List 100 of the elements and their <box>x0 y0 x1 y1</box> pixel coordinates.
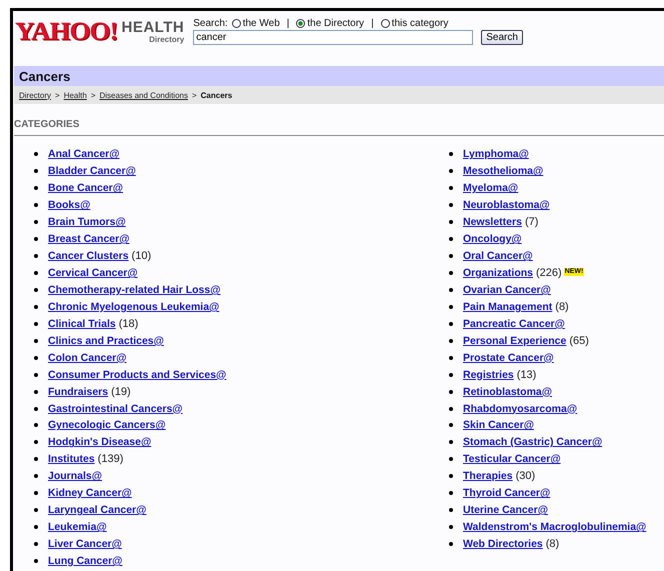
category-link[interactable]: Gynecologic Cancers@ <box>48 419 166 432</box>
search-label: Search: <box>193 18 228 28</box>
bullet-icon <box>449 152 453 156</box>
bullet-icon <box>34 271 38 276</box>
category-link[interactable]: Registries <box>463 368 514 381</box>
radio-option[interactable]: this category <box>380 18 448 28</box>
category-link[interactable]: Oral Cancer@ <box>463 250 533 262</box>
bullet-icon <box>449 271 453 276</box>
category-link[interactable]: Chemotherapy-related Hair Loss@ <box>48 284 220 296</box>
logo-wordmark: YAHOO! <box>15 20 118 42</box>
category-link[interactable]: Laryngeal Cancer@ <box>48 504 146 516</box>
bullet-icon <box>449 406 453 411</box>
category-link[interactable]: Bladder Cancer@ <box>48 165 136 178</box>
category-link[interactable]: Breast Cancer@ <box>48 233 130 246</box>
item-count: (19) <box>111 386 131 398</box>
search-button[interactable]: Search <box>481 30 523 45</box>
bullet-icon <box>449 186 453 190</box>
category-link[interactable]: Oncology@ <box>463 233 522 246</box>
breadcrumb-link[interactable]: Health <box>64 90 87 100</box>
bullet-icon <box>34 304 38 309</box>
category-link[interactable]: Colon Cancer@ <box>48 352 126 364</box>
bullet-icon <box>449 220 453 224</box>
category-link[interactable]: Uterine Cancer@ <box>463 504 548 516</box>
bullet-icon <box>449 304 453 309</box>
bullet-icon <box>34 203 38 208</box>
item-count: (7) <box>524 216 538 228</box>
bullet-icon <box>34 491 38 496</box>
category-link[interactable]: Lung Cancer@ <box>48 554 122 567</box>
category-link[interactable]: Pancreatic Cancer@ <box>463 318 565 330</box>
bullet-icon <box>34 356 38 360</box>
search-field[interactable]: cancer <box>193 30 474 45</box>
item-count: (8) <box>555 300 569 313</box>
item-count: (18) <box>118 318 138 330</box>
category-link[interactable]: Hodgkin's Disease@ <box>48 436 152 448</box>
breadcrumb-separator: > <box>90 90 96 100</box>
category-link[interactable]: Cancer Clusters <box>48 250 129 262</box>
category-link[interactable]: Fundraisers <box>48 386 108 398</box>
bullet-icon <box>34 525 38 530</box>
category-link[interactable]: Waldenstrom's Macroglobulinemia@ <box>463 521 646 534</box>
category-link[interactable]: Rhabdomyosarcoma@ <box>463 402 578 415</box>
bullet-icon <box>449 203 453 208</box>
category-link[interactable]: Gastrointestinal Cancers@ <box>48 402 183 415</box>
page-title: Cancers <box>19 68 70 84</box>
category-link[interactable]: Bone Cancer@ <box>48 182 124 194</box>
category-link[interactable]: Lymphoma@ <box>463 148 529 160</box>
category-link[interactable]: Liver Cancer@ <box>48 538 122 550</box>
category-link[interactable]: Brain Tumors@ <box>48 216 126 228</box>
breadcrumb-link[interactable]: Diseases and Conditions <box>99 90 188 100</box>
bullet-icon <box>449 169 453 174</box>
category-link[interactable]: Pain Management <box>463 300 552 313</box>
category-link[interactable]: Ovarian Cancer@ <box>463 284 551 296</box>
breadcrumb-separator: > <box>192 90 197 100</box>
breadcrumb-link[interactable]: Directory <box>19 90 52 100</box>
item-count: (10) <box>132 250 152 262</box>
category-link[interactable]: Consumer Products and Services@ <box>48 368 226 381</box>
category-link[interactable]: Testicular Cancer@ <box>463 453 561 466</box>
category-link[interactable]: Institutes <box>48 453 95 466</box>
bullet-icon <box>449 440 453 444</box>
category-link[interactable]: Mesothelioma@ <box>463 165 544 178</box>
category-link[interactable]: Stomach (Gastric) Cancer@ <box>463 436 602 448</box>
bullet-icon <box>34 322 38 326</box>
category-link[interactable]: Neuroblastoma@ <box>463 199 550 212</box>
bullet-icon <box>449 542 453 546</box>
category-link[interactable]: Kidney Cancer@ <box>48 487 132 500</box>
category-link[interactable]: Clinical Trials <box>48 318 116 330</box>
separator: | <box>286 18 290 28</box>
bullet-icon <box>449 525 453 530</box>
category-link[interactable]: Organizations <box>463 267 534 280</box>
bullet-icon <box>34 288 38 292</box>
bullet-icon <box>34 254 38 258</box>
bullet-icon <box>34 558 38 563</box>
category-link[interactable]: Thyroid Cancer@ <box>463 487 550 500</box>
radio-option[interactable]: the Web <box>232 18 280 28</box>
category-link[interactable]: Personal Experience <box>463 334 566 347</box>
section-subtitle: Directory <box>149 35 184 44</box>
bullet-icon <box>449 491 453 496</box>
category-link[interactable]: Retinoblastoma@ <box>463 386 552 398</box>
category-link[interactable]: Skin Cancer@ <box>463 419 534 432</box>
category-link[interactable]: Newsletters <box>463 216 522 228</box>
category-link[interactable]: Therapies <box>463 470 513 482</box>
category-link[interactable]: Cervical Cancer@ <box>48 267 138 280</box>
item-count: (8) <box>546 538 560 550</box>
bullet-icon <box>449 390 453 394</box>
category-link[interactable]: Books@ <box>48 199 90 212</box>
bullet-icon <box>34 474 38 478</box>
item-count: (65) <box>569 334 589 347</box>
category-link[interactable]: Anal Cancer@ <box>48 148 120 160</box>
category-link[interactable]: Myeloma@ <box>463 182 518 194</box>
category-link[interactable]: Web Directories <box>463 538 543 550</box>
bullet-icon <box>34 152 38 156</box>
category-link[interactable]: Prostate Cancer@ <box>463 352 554 364</box>
category-link[interactable]: Journals@ <box>48 470 102 482</box>
category-link[interactable]: Clinics and Practices@ <box>48 334 164 347</box>
bullet-icon <box>34 186 38 190</box>
bullet-icon <box>34 338 38 343</box>
category-link[interactable]: Leukemia@ <box>48 521 107 534</box>
category-link[interactable]: Chronic Myelogenous Leukemia@ <box>48 300 220 313</box>
radio-option[interactable]: the Directory <box>296 18 364 28</box>
breadcrumb-separator: > <box>55 90 60 100</box>
item-count: (30) <box>516 470 536 482</box>
